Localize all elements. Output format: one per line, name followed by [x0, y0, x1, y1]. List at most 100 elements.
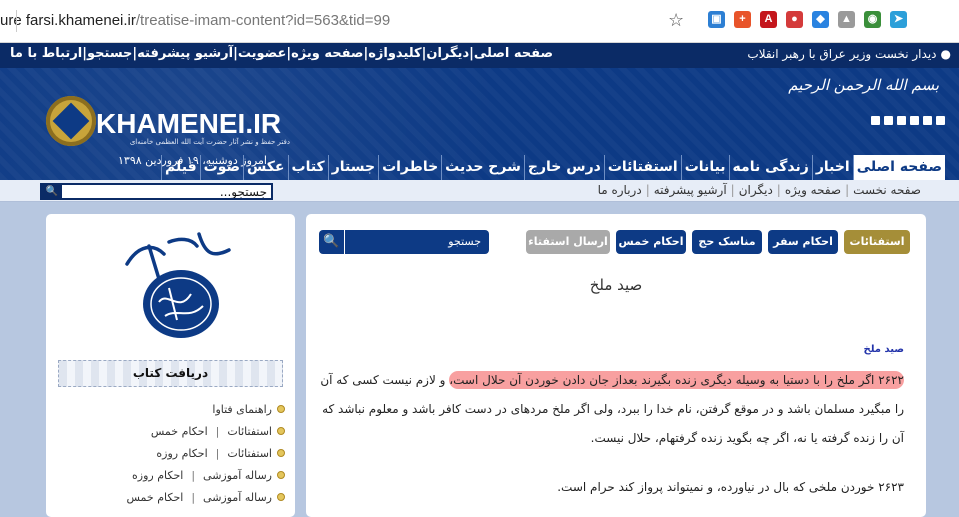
subnav-link-3[interactable]: آرشیو پیشرفته: [654, 183, 727, 197]
top-search: 🔍: [40, 183, 273, 200]
top-strip: ●دیدار نخست وزیر عراق با رهبر انقلاب صفح…: [0, 43, 959, 68]
top-news-ticker[interactable]: ●دیدار نخست وزیر عراق با رهبر انقلاب: [747, 47, 951, 61]
book-list-item[interactable]: راهنمای فتاوا: [60, 398, 285, 420]
book-sublink[interactable]: احکام روزه: [156, 447, 207, 460]
bullet-icon: [277, 405, 285, 413]
plus-icon[interactable]: +: [734, 11, 751, 28]
subnav-separator: |: [776, 183, 781, 197]
url-host: ure farsi.khamenei.ir: [0, 12, 136, 29]
book-link-separator: |: [191, 468, 196, 482]
nav-item-12[interactable]: فیلم: [161, 155, 200, 180]
book-link-separator: |: [215, 424, 220, 438]
top-links[interactable]: صفحه اصلی|دیگران|کلیدواژه|صفحه ویژه|عضوی…: [10, 46, 553, 61]
content-button-0[interactable]: استفتائات: [844, 230, 910, 254]
site-header: KHAMENEI.IR دفتر حفظ و نشر آثار حضرت آیت…: [0, 68, 959, 180]
pdf-icon[interactable]: A: [760, 11, 777, 28]
content-button-4[interactable]: ارسال استفتاء: [526, 230, 610, 254]
book-link[interactable]: استفتائات: [227, 425, 272, 438]
logo-text[interactable]: KHAMENEI.IR: [96, 108, 281, 140]
content-button-2[interactable]: مناسک حج: [692, 230, 762, 254]
content-button-1[interactable]: احکام سفر: [768, 230, 838, 254]
bookmark-star-icon[interactable]: ☆: [668, 10, 684, 31]
highlighted-ruling-text: ۲۶۲۲ اگر ملخ را با دستیا به وسیله دیگری …: [449, 371, 904, 389]
bullet-icon: [277, 449, 285, 457]
nav-item-8[interactable]: جستار: [327, 155, 378, 180]
content-panel: استفتائات احکام سفر مناسک حج احکام خمس ارسال…: [306, 214, 926, 517]
nav-item-3[interactable]: بیانات: [680, 155, 729, 180]
book-link[interactable]: راهنمای فتاوا: [212, 403, 272, 416]
book-sublink[interactable]: احکام خمس: [127, 491, 184, 504]
home-icon[interactable]: [871, 116, 880, 125]
nav-item-5[interactable]: درس خارج: [523, 155, 604, 180]
picture-icon[interactable]: ▣: [708, 11, 725, 28]
book-sublink[interactable]: احکام روزه: [132, 469, 183, 482]
address-bar[interactable]: ure farsi.khamenei.ir/treatise-imam-cont…: [0, 12, 390, 29]
book-link-separator: |: [215, 446, 220, 460]
subnav-link-1[interactable]: صفحه ویژه: [785, 183, 841, 197]
dropbox-icon[interactable]: ◆: [812, 11, 829, 28]
nav-item-9[interactable]: کتاب: [287, 155, 328, 180]
content-search-input[interactable]: جستجو: [448, 235, 481, 248]
nav-item-1[interactable]: اخبار: [811, 155, 853, 180]
content-search-icon[interactable]: 🔍: [319, 230, 345, 254]
nav-item-2[interactable]: زندگی نامه: [728, 155, 812, 180]
url-path: /treatise-imam-content?id=563&tid=99: [135, 12, 391, 29]
ruling-paragraph-2622: ۲۶۲۲ اگر ملخ را با دستیا به وسیله دیگری …: [312, 366, 904, 453]
top-news-text: دیدار نخست وزیر عراق با رهبر انقلاب: [747, 47, 937, 61]
bullet-icon: [277, 471, 285, 479]
section-small-title[interactable]: صید ملخ: [864, 344, 904, 355]
nav-item-0[interactable]: صفحه اصلی: [852, 155, 945, 180]
subnav-separator: |: [730, 183, 735, 197]
book-list-item[interactable]: استفتائات | احکام خمس: [60, 420, 285, 442]
book-link[interactable]: رساله آموزشی: [203, 491, 272, 504]
main-nav: صفحه اصلی اخبار زندگی نامه بیانات استفتائات د…: [161, 150, 945, 180]
nav-item-10[interactable]: عکس: [243, 155, 288, 180]
book-list-item[interactable]: رساله آموزشی | احکام روزه: [60, 464, 285, 486]
page-title: صید ملخ: [589, 276, 643, 294]
subnav-separator: |: [845, 183, 850, 197]
record-icon[interactable]: ●: [786, 11, 803, 28]
mail-icon[interactable]: [910, 116, 919, 125]
telegram-icon[interactable]: ➤: [890, 11, 907, 28]
subnav-separator: |: [645, 183, 650, 197]
header-mini-icons: [871, 116, 945, 125]
bullet-icon: [277, 493, 285, 501]
book-sublink[interactable]: احکام خمس: [151, 425, 208, 438]
top-search-input[interactable]: [67, 185, 267, 198]
address-divider: [16, 10, 17, 32]
rss-icon[interactable]: [884, 116, 893, 125]
subnav-link-0[interactable]: صفحه نخست: [853, 183, 921, 197]
globe-icon[interactable]: ◉: [864, 11, 881, 28]
books-section-title: دریافت کتاب: [132, 366, 209, 380]
nav-item-7[interactable]: خاطرات: [378, 155, 441, 180]
book-link[interactable]: رساله آموزشی: [203, 469, 272, 482]
bullet-icon: [277, 427, 285, 435]
nav-item-6[interactable]: شرح حدیث: [441, 155, 524, 180]
drive-icon[interactable]: ▲: [838, 11, 855, 28]
logo-emblem-icon[interactable]: [46, 96, 96, 146]
book-link-separator: |: [191, 490, 196, 504]
search-icon[interactable]: 🔍: [42, 185, 62, 198]
book-list-item[interactable]: استفتائات | احکام روزه: [60, 442, 285, 464]
book-list: راهنمای فتاوا استفتائات | احکام خمس استفتائا…: [60, 398, 285, 508]
info-icon[interactable]: [897, 116, 906, 125]
nav-item-11[interactable]: صوت: [199, 155, 243, 180]
subnav-link-2[interactable]: دیگران: [739, 183, 773, 197]
books-section-header: دریافت کتاب: [58, 360, 283, 387]
sidebar-panel: دریافت کتاب راهنمای فتاوا استفتائات | احکام…: [46, 214, 295, 517]
subnav-links: صفحه نخست|صفحه ویژه|دیگران|آرشیو پیشرفته…: [598, 183, 921, 197]
mobile-icon[interactable]: [936, 116, 945, 125]
subnav-link-4[interactable]: درباره ما: [598, 183, 642, 197]
browser-toolbar: ure farsi.khamenei.ir/treatise-imam-cont…: [0, 0, 959, 43]
extension-icons: ▣ + A ● ◆ ▲ ◉ ➤: [708, 11, 907, 28]
sub-nav: صفحه نخست|صفحه ویژه|دیگران|آرشیو پیشرفته…: [0, 180, 959, 202]
content-search: 🔍 جستجو: [319, 230, 489, 254]
ruling-paragraph-2623: ۲۶۲۳ خوردن ملخی که بال در نیاورده، و نمی…: [557, 480, 904, 494]
book-link[interactable]: استفتائات: [227, 447, 272, 460]
book-list-item[interactable]: رساله آموزشی | احکام خمس: [60, 486, 285, 508]
nav-item-4[interactable]: استفتائات: [603, 155, 681, 180]
message-icon[interactable]: [923, 116, 932, 125]
bismillah-calligraphy: بسم الله الرحمن الرحیم: [788, 76, 939, 94]
content-button-3[interactable]: احکام خمس: [616, 230, 686, 254]
logo-subtitle: دفتر حفظ و نشر آثار حضرت آیت الله العظمی…: [129, 138, 290, 146]
